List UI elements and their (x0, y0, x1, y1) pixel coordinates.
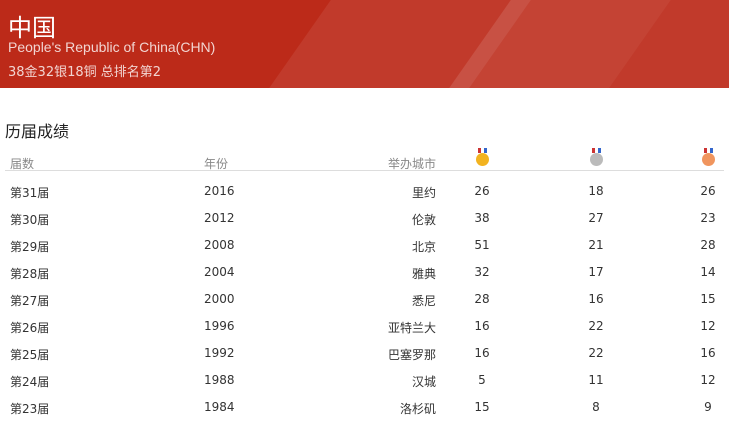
cell-bronze: 16 (700, 346, 716, 360)
table-row: 第27届 2000 悉尼 28 16 15 (5, 285, 724, 312)
cell-city: 亚特兰大 (387, 321, 436, 335)
cell-year: 1984 (204, 400, 235, 414)
table-row: 第25届 1992 巴塞罗那 16 22 16 (5, 339, 724, 366)
table-row: 第26届 1996 亚特兰大 16 22 12 (5, 312, 724, 339)
cell-bronze: 9 (704, 400, 712, 414)
col-city: 举办城市 (387, 157, 436, 171)
table-row: 第29届 2008 北京 51 21 28 (5, 231, 724, 258)
cell-gold: 15 (474, 400, 490, 414)
cell-session: 第29届 (10, 240, 50, 254)
table-row: 第24届 1988 汉城 5 11 12 (5, 366, 724, 393)
cell-silver: 17 (588, 265, 604, 279)
col-session: 届数 (10, 157, 35, 171)
cell-session: 第31届 (10, 186, 50, 200)
cell-session: 第27届 (10, 294, 50, 308)
cell-gold: 28 (474, 292, 490, 306)
cell-gold: 16 (474, 346, 490, 360)
cell-bronze: 14 (700, 265, 716, 279)
cell-city: 里约 (411, 186, 436, 200)
cell-silver: 16 (588, 292, 604, 306)
bronze-medal-icon (701, 148, 715, 166)
cell-bronze: 12 (700, 319, 716, 333)
cell-silver: 27 (588, 211, 604, 225)
cell-city: 巴塞罗那 (387, 348, 436, 362)
cell-city: 北京 (411, 240, 436, 254)
cell-city: 伦敦 (411, 213, 436, 227)
cell-silver: 18 (588, 184, 604, 198)
cell-session: 第25届 (10, 348, 50, 362)
cell-bronze: 28 (700, 238, 716, 252)
cell-session: 第28届 (10, 267, 50, 281)
cell-session: 第23届 (10, 402, 50, 416)
table-row: 第30届 2012 伦敦 38 27 23 (5, 204, 724, 231)
cell-bronze: 23 (700, 211, 716, 225)
cell-silver: 11 (588, 373, 604, 387)
medal-summary: 38金32银18铜 总排名第2 (8, 65, 162, 80)
cell-silver: 22 (588, 319, 604, 333)
cell-year: 2008 (204, 238, 235, 252)
cell-bronze: 12 (700, 373, 716, 387)
cell-silver: 22 (588, 346, 604, 360)
cell-gold: 26 (474, 184, 490, 198)
cell-gold: 51 (474, 238, 490, 252)
cell-city: 洛杉矶 (399, 402, 436, 416)
cell-bronze: 26 (700, 184, 716, 198)
cell-bronze: 15 (700, 292, 716, 306)
section-title: 历届成绩 (5, 122, 70, 141)
cell-session: 第30届 (10, 213, 50, 227)
cell-year: 2016 (204, 184, 235, 198)
table-row: 第28届 2004 雅典 32 17 14 (5, 258, 724, 285)
cell-city: 汉城 (411, 375, 436, 389)
cell-city: 雅典 (411, 267, 436, 281)
cell-year: 2000 (204, 292, 235, 306)
col-year: 年份 (204, 157, 229, 171)
cell-gold: 38 (474, 211, 490, 225)
cell-year: 1992 (204, 346, 235, 360)
country-banner: 中国 People's Republic of China(CHN) 38金32… (0, 0, 729, 88)
cell-gold: 32 (474, 265, 490, 279)
table-row: 第23届 1984 洛杉矶 15 8 9 (5, 393, 724, 420)
silver-medal-icon (589, 148, 603, 166)
cell-session: 第26届 (10, 321, 50, 335)
cell-silver: 21 (588, 238, 604, 252)
cell-session: 第24届 (10, 375, 50, 389)
cell-year: 1996 (204, 319, 235, 333)
table-row: 第31届 2016 里约 26 18 26 (5, 177, 724, 204)
cell-gold: 5 (478, 373, 486, 387)
cell-city: 悉尼 (411, 294, 436, 308)
cell-year: 2012 (204, 211, 235, 225)
cell-year: 2004 (204, 265, 235, 279)
country-full-name: People's Republic of China(CHN) (8, 39, 216, 55)
country-name: 中国 (8, 14, 56, 42)
gold-medal-icon (475, 148, 489, 166)
cell-gold: 16 (474, 319, 490, 333)
cell-silver: 8 (592, 400, 600, 414)
cell-year: 1988 (204, 373, 235, 387)
table-header: 届数 年份 举办城市 (5, 148, 724, 171)
